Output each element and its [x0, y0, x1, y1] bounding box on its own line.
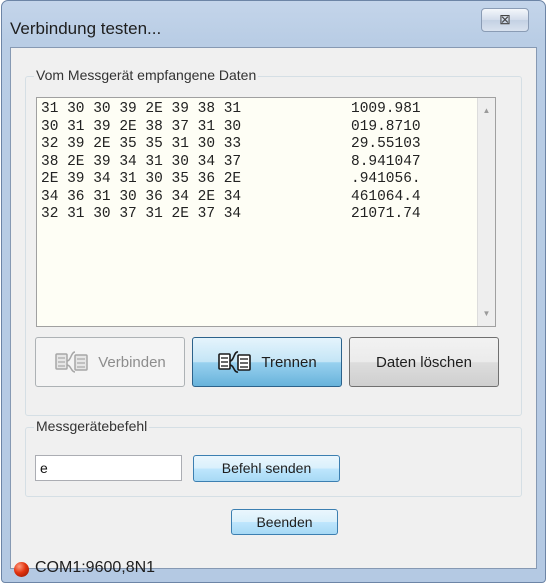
disconnect-button-label: Trennen [261, 353, 317, 371]
status-bar: COM1:9600,8N1 [10, 557, 537, 581]
data-row: 38 2E 39 34 31 30 34 37 8.941047 [41, 154, 421, 172]
data-row-hex: 31 30 30 39 2E 39 38 31 [41, 101, 242, 117]
close-icon: ⊠ [499, 11, 511, 27]
data-row-hex: 32 31 30 37 31 2E 37 34 [41, 206, 242, 222]
data-row-ascii: 1009.981 [351, 101, 421, 117]
dialog-window: Verbindung testen... ⊠ Vom Messgerät emp… [1, 0, 546, 583]
scroll-down-arrow-icon[interactable]: ▼ [478, 309, 495, 318]
scroll-up-arrow-icon[interactable]: ▲ [478, 106, 495, 115]
data-row-ascii: 29.55103 [351, 136, 421, 152]
connect-button-label: Verbinden [98, 353, 166, 371]
data-row: 34 36 31 30 36 34 2E 34 461064.4 [41, 189, 421, 207]
plug-connect-icon [55, 351, 88, 373]
window-title: Verbindung testen... [10, 19, 162, 38]
data-row: 31 30 30 39 2E 39 38 31 1009.981 [41, 101, 421, 119]
command-input[interactable]: e [35, 455, 182, 481]
data-row: 2E 39 34 31 30 35 36 2E .941056. [41, 171, 421, 189]
command-group-label: Messgerätebefehl [34, 418, 150, 434]
data-row-ascii: 019.8710 [351, 118, 421, 135]
data-row-ascii: 8.941047 [351, 153, 421, 170]
disconnect-button[interactable]: Trennen [192, 337, 342, 387]
vertical-scrollbar[interactable]: ▲ ▼ [477, 98, 495, 326]
data-row-ascii: 21071.74 [351, 206, 421, 222]
status-text: COM1:9600,8N1 [35, 559, 156, 576]
data-row-hex: 30 31 39 2E 38 37 31 30 [41, 118, 242, 135]
clear-data-button-label: Daten löschen [376, 353, 472, 371]
connect-button[interactable]: Verbinden [35, 337, 185, 387]
data-row-hex: 34 36 31 30 36 34 2E 34 [41, 188, 242, 205]
dialog-body: Vom Messgerät empfangene Daten 31 30 30 … [10, 47, 537, 569]
data-row-hex: 2E 39 34 31 30 35 36 2E [41, 171, 242, 187]
send-command-button[interactable]: Befehl senden [193, 455, 340, 482]
plug-disconnect-icon [218, 351, 252, 373]
exit-button-label: Beenden [256, 514, 313, 530]
data-row: 30 31 39 2E 38 37 31 30 019.8710 [41, 119, 421, 137]
data-row: 32 31 30 37 31 2E 37 34 21071.74 [41, 206, 421, 224]
title-bar[interactable]: Verbindung testen... ⊠ [2, 1, 545, 47]
exit-button[interactable]: Beenden [231, 509, 338, 535]
data-row-ascii: .941056. [351, 171, 421, 187]
received-data-textarea[interactable]: 31 30 30 39 2E 39 38 31 1009.981 30 31 39 … [36, 97, 496, 327]
data-row: 32 39 2E 35 35 31 30 33 29.55103 [41, 136, 421, 154]
connection-led-icon [14, 562, 29, 577]
data-row-ascii: 461064.4 [351, 188, 421, 205]
received-data-content: 31 30 30 39 2E 39 38 31 1009.981 30 31 39 … [41, 101, 421, 224]
clear-data-button[interactable]: Daten löschen [349, 337, 499, 387]
close-button[interactable]: ⊠ [481, 8, 529, 32]
command-group: Messgerätebefehl e Befehl senden [25, 418, 522, 497]
data-row-hex: 38 2E 39 34 31 30 34 37 [41, 153, 242, 170]
received-data-label: Vom Messgerät empfangene Daten [34, 67, 259, 83]
send-command-button-label: Befehl senden [221, 460, 312, 476]
data-row-hex: 32 39 2E 35 35 31 30 33 [41, 136, 242, 152]
received-data-group: Vom Messgerät empfangene Daten 31 30 30 … [25, 67, 522, 416]
